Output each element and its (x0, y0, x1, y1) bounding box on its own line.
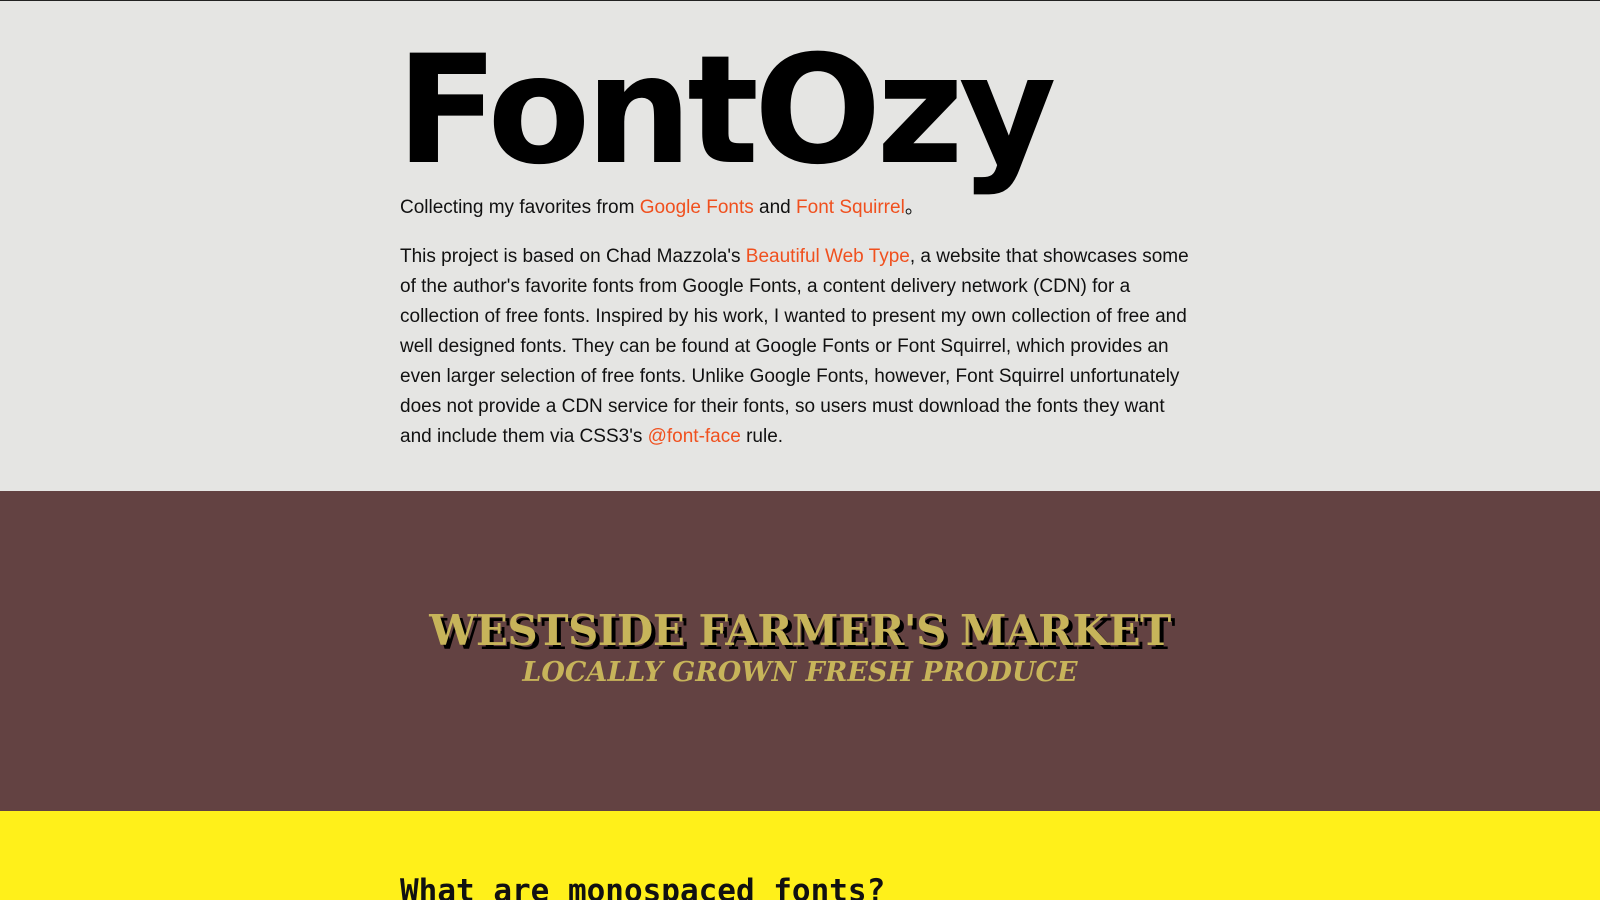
monospaced-heading: What are monospaced fonts? (400, 873, 886, 900)
tagline-prefix: Collecting my favorites from (400, 197, 640, 218)
intro-text-2: , a website that showcases some of the a… (400, 246, 1189, 447)
tagline: Collecting my favorites from Google Font… (400, 193, 1200, 223)
farmers-market-section: WESTSIDE FARMER'S MARKET LOCALLY GROWN F… (0, 491, 1600, 811)
intro-text-1: This project is based on Chad Mazzola's (400, 246, 746, 267)
intro-paragraph: This project is based on Chad Mazzola's … (400, 242, 1200, 452)
tagline-suffix: 。 (904, 197, 924, 218)
intro-text-3: rule. (740, 426, 784, 447)
site-title: FontOzy (396, 24, 1057, 198)
monospaced-section: What are monospaced fonts? (0, 811, 1600, 900)
market-title: WESTSIDE FARMER'S MARKET (429, 606, 1171, 655)
google-fonts-link[interactable]: Google Fonts (640, 197, 754, 218)
beautiful-web-type-link[interactable]: Beautiful Web Type (746, 246, 910, 267)
font-squirrel-link[interactable]: Font Squirrel (796, 197, 905, 218)
hero-section: FontOzy Collecting my favorites from Goo… (0, 1, 1600, 491)
tagline-middle: and (753, 197, 797, 218)
font-face-link[interactable]: @font-face (648, 426, 741, 447)
market-subtitle: LOCALLY GROWN FRESH PRODUCE (522, 657, 1078, 688)
